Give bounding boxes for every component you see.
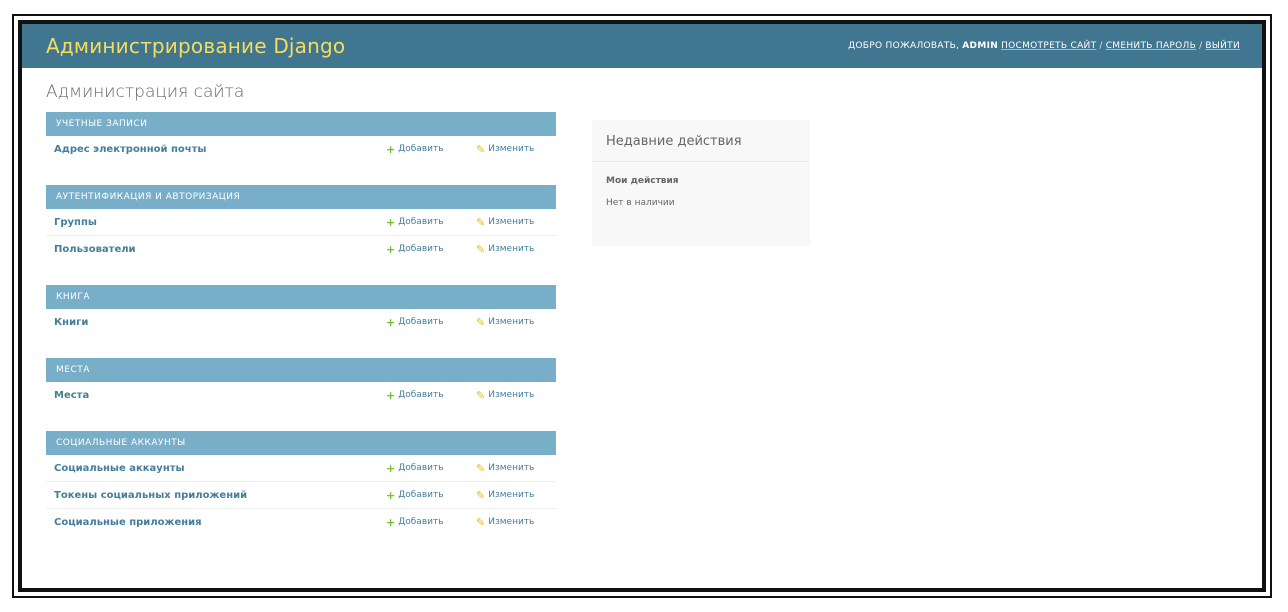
model-link[interactable]: Места: [54, 390, 386, 401]
change-link[interactable]: ✎ Изменить: [476, 243, 556, 256]
change-link[interactable]: ✎ Изменить: [476, 462, 556, 475]
model-link[interactable]: Книги: [54, 317, 386, 328]
plus-icon: +: [386, 142, 396, 156]
recent-actions-panel: Недавние действия Мои действия Нет в нал…: [592, 120, 810, 246]
model-link[interactable]: Токены социальных приложений: [54, 490, 386, 501]
plus-icon: +: [386, 488, 396, 502]
add-label: Добавить: [398, 217, 444, 227]
header: Администрирование Django Добро пожаловат…: [22, 24, 1262, 68]
app-caption[interactable]: Учетные записи: [46, 112, 556, 136]
user-tools: Добро пожаловать, admin Посмотреть сайт …: [848, 41, 1240, 51]
separator: /: [1099, 41, 1103, 51]
view-site-link[interactable]: Посмотреть сайт: [1001, 41, 1096, 51]
my-actions-heading: Мои действия: [606, 176, 679, 186]
change-link[interactable]: ✎ Изменить: [476, 216, 556, 229]
app-list: Учетные записи Адрес электронной почты + До…: [46, 112, 556, 558]
change-label: Изменить: [488, 144, 535, 154]
model-row: Пользователи + Добавить ✎ Изменить: [46, 236, 556, 262]
model-row: Социальные приложения + Добавить ✎ Изменить: [46, 509, 556, 535]
change-label: Изменить: [488, 317, 535, 327]
change-link[interactable]: ✎ Изменить: [476, 516, 556, 529]
app-module: Аутентификация и авторизация Группы + Добав…: [46, 185, 556, 262]
no-actions-text: Нет в наличии: [606, 198, 675, 208]
change-label: Изменить: [488, 490, 535, 500]
app-module: Книга Книги + Добавить ✎ Изменить: [46, 285, 556, 335]
welcome-text: Добро пожаловать,: [848, 41, 960, 51]
model-link[interactable]: Пользователи: [54, 244, 386, 255]
site-brand[interactable]: Администрирование Django: [46, 34, 345, 58]
plus-icon: +: [386, 315, 396, 329]
add-link[interactable]: + Добавить: [386, 316, 476, 329]
change-label: Изменить: [488, 217, 535, 227]
separator: /: [1199, 41, 1203, 51]
pencil-icon: ✎: [476, 142, 486, 156]
change-link[interactable]: ✎ Изменить: [476, 316, 556, 329]
change-password-link[interactable]: Сменить пароль: [1106, 41, 1196, 51]
plus-icon: +: [386, 515, 396, 529]
pencil-icon: ✎: [476, 242, 486, 256]
model-row: Адрес электронной почты + Добавить ✎ Изменит…: [46, 136, 556, 162]
model-row: Книги + Добавить ✎ Изменить: [46, 309, 556, 335]
change-link[interactable]: ✎ Изменить: [476, 489, 556, 502]
add-link[interactable]: + Добавить: [386, 516, 476, 529]
model-row: Группы + Добавить ✎ Изменить: [46, 209, 556, 236]
change-link[interactable]: ✎ Изменить: [476, 143, 556, 156]
app-caption[interactable]: Места: [46, 358, 556, 382]
change-label: Изменить: [488, 244, 535, 254]
change-label: Изменить: [488, 390, 535, 400]
add-label: Добавить: [398, 317, 444, 327]
pencil-icon: ✎: [476, 515, 486, 529]
admin-window: Администрирование Django Добро пожаловат…: [12, 14, 1272, 598]
logout-link[interactable]: Выйти: [1205, 41, 1240, 51]
pencil-icon: ✎: [476, 488, 486, 502]
change-label: Изменить: [488, 463, 535, 473]
pencil-icon: ✎: [476, 461, 486, 475]
model-row: Места + Добавить ✎ Изменить: [46, 382, 556, 408]
plus-icon: +: [386, 388, 396, 402]
add-label: Добавить: [398, 517, 444, 527]
pencil-icon: ✎: [476, 215, 486, 229]
add-link[interactable]: + Добавить: [386, 216, 476, 229]
add-label: Добавить: [398, 463, 444, 473]
main-content: Учетные записи Адрес электронной почты + До…: [22, 112, 1262, 558]
page-title: Администрация сайта: [46, 82, 245, 102]
add-link[interactable]: + Добавить: [386, 462, 476, 475]
add-link[interactable]: + Добавить: [386, 389, 476, 402]
add-label: Добавить: [398, 144, 444, 154]
add-label: Добавить: [398, 244, 444, 254]
model-link[interactable]: Социальные приложения: [54, 517, 386, 528]
app-module: Учетные записи Адрес электронной почты + До…: [46, 112, 556, 162]
model-row: Социальные аккаунты + Добавить ✎ Изменить: [46, 455, 556, 482]
app-module: Места Места + Добавить ✎ Изменить: [46, 358, 556, 408]
plus-icon: +: [386, 215, 396, 229]
add-label: Добавить: [398, 490, 444, 500]
plus-icon: +: [386, 461, 396, 475]
change-label: Изменить: [488, 517, 535, 527]
model-link[interactable]: Группы: [54, 217, 386, 228]
add-link[interactable]: + Добавить: [386, 243, 476, 256]
add-label: Добавить: [398, 390, 444, 400]
model-link[interactable]: Социальные аккаунты: [54, 463, 386, 474]
app-caption[interactable]: Книга: [46, 285, 556, 309]
app-module: Социальные аккаунты Социальные аккаунты + Д…: [46, 431, 556, 535]
change-link[interactable]: ✎ Изменить: [476, 389, 556, 402]
model-link[interactable]: Адрес электронной почты: [54, 144, 386, 155]
username: admin: [962, 41, 999, 51]
add-link[interactable]: + Добавить: [386, 489, 476, 502]
plus-icon: +: [386, 242, 396, 256]
app-caption[interactable]: Аутентификация и авторизация: [46, 185, 556, 209]
model-row: Токены социальных приложений + Добавить ✎ Из…: [46, 482, 556, 509]
pencil-icon: ✎: [476, 315, 486, 329]
recent-actions-title: Недавние действия: [592, 120, 810, 162]
pencil-icon: ✎: [476, 388, 486, 402]
add-link[interactable]: + Добавить: [386, 143, 476, 156]
app-caption[interactable]: Социальные аккаунты: [46, 431, 556, 455]
